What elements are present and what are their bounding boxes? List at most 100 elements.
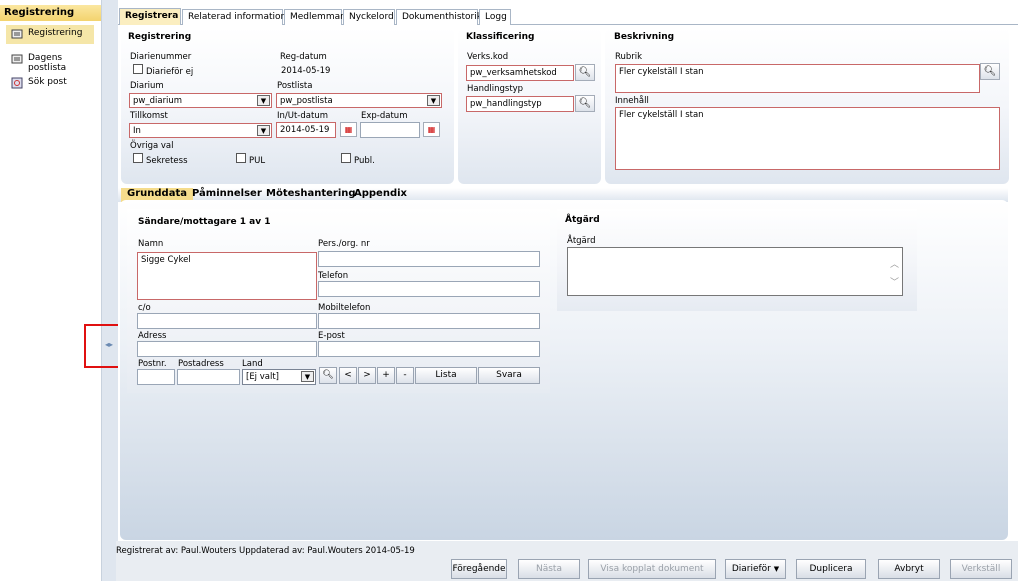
mobiltelefon-label: Mobiltelefon	[318, 303, 371, 313]
diarienummer-label: Diarienummer	[130, 52, 192, 62]
sidebar-item-sok-post[interactable]: Sök post	[6, 74, 94, 93]
verks-kod-label: Verks.kod	[467, 52, 509, 62]
pul-checkbox[interactable]	[236, 153, 246, 164]
diariefor-ej-label: Diarieför ej	[146, 67, 194, 77]
in-ut-datum-input[interactable]: 2014-05-19	[276, 122, 336, 138]
sidebar-item-registrering[interactable]: Registrering	[6, 25, 94, 44]
search-icon[interactable]: 🔍︎	[980, 63, 1000, 80]
in-ut-datum-label: In/Ut-datum	[277, 111, 328, 121]
postadress-input[interactable]	[177, 369, 240, 385]
handlingstyp-input[interactable]: pw_handlingstyp	[466, 96, 574, 112]
splitter[interactable]	[102, 0, 118, 581]
chevron-down-icon: ▼	[257, 95, 270, 106]
postlista-select[interactable]: pw_postlista ▼	[276, 93, 442, 108]
epost-label: E-post	[318, 331, 345, 341]
exp-datum-label: Exp-datum	[361, 111, 408, 121]
visa-kopplat-dokument-button[interactable]: Visa kopplat dokument	[588, 559, 716, 579]
sidebar-item-label: Dagens postlista	[28, 53, 67, 73]
tillkomst-select[interactable]: In ▼	[129, 123, 272, 138]
klassificering-title: Klassificering	[466, 32, 535, 42]
diarifor-dropdown-button[interactable]: Diarieför ▼	[725, 559, 786, 579]
namn-label: Namn	[138, 239, 164, 249]
handlingstyp-label: Handlingstyp	[467, 84, 524, 94]
svara-button[interactable]: Svara	[478, 367, 540, 384]
tab-dokumenthistorik[interactable]: Dokumenthistorik	[396, 9, 482, 25]
postnr-input[interactable]	[137, 369, 175, 385]
diarium-select[interactable]: pw_diarium ▼	[129, 93, 272, 108]
tab-relaterad-information[interactable]: Relaterad information	[182, 9, 286, 25]
adress-input[interactable]	[137, 341, 317, 357]
previous-sender-button[interactable]: <	[339, 367, 357, 384]
pers-org-input[interactable]	[318, 251, 540, 267]
lista-button[interactable]: Lista	[415, 367, 477, 384]
reg-datum-value: 2014-05-19	[281, 66, 331, 76]
diariefor-ej-checkbox[interactable]	[133, 64, 143, 75]
avbryt-button[interactable]: Avbryt	[878, 559, 940, 579]
postadress-label: Postadress	[178, 359, 224, 369]
search-icon[interactable]: 🔍︎	[575, 64, 595, 81]
sender-title: Sändare/mottagare 1 av 1	[138, 217, 271, 227]
publ-label: Publ.	[354, 156, 375, 166]
next-sender-button[interactable]: >	[358, 367, 376, 384]
mobiltelefon-input[interactable]	[318, 313, 540, 329]
sekretess-label: Sekretess	[146, 156, 188, 166]
postlista-label: Postlista	[277, 81, 313, 91]
sidebar-item-label: Sök post	[28, 77, 67, 87]
chevron-down-icon: ▼	[301, 371, 314, 382]
sidebar-item-dagens-postlista[interactable]: Dagens postlista	[6, 50, 94, 73]
land-select[interactable]: [Ej valt] ▼	[242, 369, 316, 385]
add-sender-button[interactable]: +	[377, 367, 395, 384]
pul-label: PUL	[249, 156, 266, 166]
sidebar-item-label: Registrering	[28, 28, 83, 38]
chevron-down-icon: ▼	[773, 565, 780, 573]
co-input[interactable]	[137, 313, 317, 329]
chevron-down-icon: ▼	[257, 125, 270, 136]
epost-input[interactable]	[318, 341, 540, 357]
search-icon[interactable]: 🔍︎	[319, 367, 337, 384]
land-label: Land	[242, 359, 263, 369]
pers-org-label: Pers./org. nr	[318, 239, 370, 249]
registrering-title: Registrering	[128, 32, 192, 42]
sekretess-checkbox[interactable]	[133, 153, 143, 164]
nasta-button[interactable]: Nästa	[518, 559, 580, 579]
search-post-icon	[11, 77, 23, 89]
adress-label: Adress	[138, 331, 167, 341]
status-text: Registrerat av: Paul.Wouters Uppdaterad …	[116, 546, 415, 556]
sidebar: Registrering Registrering Dagens postlis…	[0, 0, 102, 581]
atgard-textarea[interactable]	[567, 247, 903, 296]
diarium-label: Diarium	[130, 81, 164, 91]
innehall-label: Innehåll	[615, 96, 649, 106]
duplicera-button[interactable]: Duplicera	[796, 559, 866, 579]
namn-input[interactable]: Sigge Cykel	[137, 252, 317, 300]
foregaende-button[interactable]: Föregående	[451, 559, 507, 579]
telefon-input[interactable]	[318, 281, 540, 297]
postlist-icon	[11, 54, 23, 64]
remove-sender-button[interactable]: -	[396, 367, 414, 384]
tab-medlemmar[interactable]: Medlemmar	[284, 9, 344, 25]
rubrik-label: Rubrik	[615, 52, 643, 62]
co-label: c/o	[138, 303, 151, 313]
calendar-icon[interactable]: ▦	[423, 122, 440, 137]
exp-datum-input[interactable]	[360, 122, 420, 138]
search-icon[interactable]: 🔍︎	[575, 95, 595, 112]
calendar-icon[interactable]: ▦	[340, 122, 357, 137]
main-area: Registrera Relaterad information Medlemm…	[118, 0, 1018, 581]
scroll-down-icon[interactable]: ﹀	[890, 275, 899, 288]
rubrik-input[interactable]: Fler cykelställ I stan	[615, 64, 980, 93]
tab-registrera[interactable]: Registrera	[119, 8, 181, 25]
postnr-label: Postnr.	[138, 359, 167, 369]
tillkomst-label: Tillkomst	[130, 111, 168, 121]
scroll-up-icon[interactable]: ︿	[890, 257, 899, 270]
reg-datum-label: Reg-datum	[280, 52, 327, 62]
innehall-textarea[interactable]: Fler cykelställ I stan	[615, 107, 1000, 170]
tab-nyckelord[interactable]: Nyckelord	[343, 9, 395, 25]
atgard-title: Åtgärd	[565, 215, 600, 225]
ovriga-val-label: Övriga val	[130, 141, 174, 151]
sidebar-title: Registrering	[0, 5, 101, 21]
registry-icon	[11, 29, 23, 39]
telefon-label: Telefon	[318, 271, 349, 281]
verkstall-button[interactable]: Verkställ	[950, 559, 1012, 579]
tab-logg[interactable]: Logg	[479, 9, 511, 25]
verks-kod-input[interactable]: pw_verksamhetskod	[466, 65, 574, 81]
publ-checkbox[interactable]	[341, 153, 351, 164]
